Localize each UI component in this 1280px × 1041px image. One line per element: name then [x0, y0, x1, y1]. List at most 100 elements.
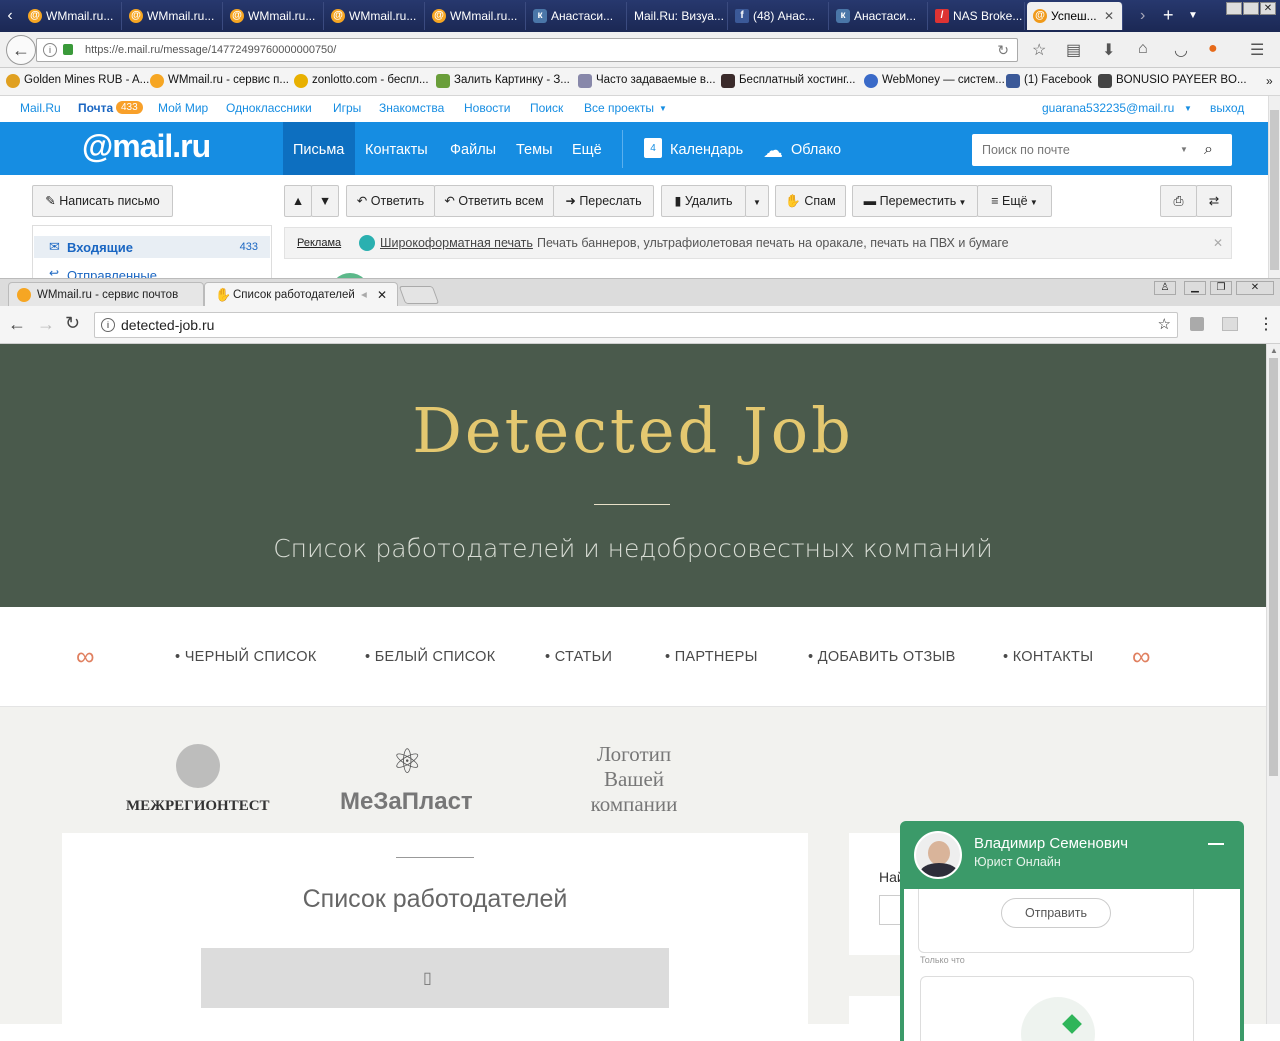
tab-list-button[interactable]: ▼	[1188, 4, 1202, 28]
bookmark-item[interactable]: Golden Mines RUB - A...	[6, 74, 149, 88]
pocket-icon[interactable]: ◡	[1174, 40, 1188, 60]
close-icon[interactable]: ✕	[1213, 236, 1223, 250]
chrome-tab[interactable]: WMmail.ru - сервис почтов	[8, 282, 204, 308]
firefox-tab[interactable]: / NAS Broke...	[929, 2, 1025, 30]
firefox-tab[interactable]: @ WMmail.ru...	[22, 2, 122, 30]
partner-logo-placeholder[interactable]: Логотип Вашей компании	[572, 742, 696, 817]
portal-link-mail[interactable]: Почта	[78, 101, 113, 115]
translate-button[interactable]: ⇄	[1196, 185, 1232, 217]
reply-button[interactable]: ↶ Ответить	[346, 185, 435, 217]
reading-list-icon[interactable]: ▤	[1066, 40, 1081, 60]
chat-send-button[interactable]: Отправить	[1001, 898, 1111, 928]
menu-icon[interactable]: ⋮	[1258, 314, 1274, 334]
tabs-scroll-right-button[interactable]: ›	[1140, 4, 1156, 28]
firefox-tab[interactable]: @ WMmail.ru...	[426, 2, 526, 30]
prev-message-button[interactable]: ▲	[284, 185, 312, 217]
search-icon[interactable]: ⌕	[1204, 134, 1213, 166]
calendar-link[interactable]: Календарь	[660, 122, 753, 175]
nav-item-more[interactable]: Ещё	[562, 122, 612, 175]
menu-icon[interactable]: ☰	[1250, 40, 1264, 60]
tabs-scroll-left-button[interactable]: ‹	[0, 4, 20, 28]
close-window-button[interactable]: ✕	[1236, 281, 1274, 295]
bookmark-item[interactable]: (1) Facebook	[1006, 74, 1092, 88]
bookmark-item[interactable]: zonlotto.com - беспл...	[294, 74, 429, 88]
forward-icon[interactable]: →	[37, 314, 55, 335]
minimize-button[interactable]	[1226, 2, 1242, 15]
maximize-button[interactable]	[1243, 2, 1259, 15]
bookmark-item[interactable]: WebMoney — систем...	[864, 74, 1005, 88]
menu-item-partners[interactable]: • ПАРТНЕРЫ	[665, 649, 758, 665]
portal-link[interactable]: Новости	[464, 101, 510, 115]
more-bookmarks-icon[interactable]: »	[1266, 74, 1273, 88]
firefox-tab-active[interactable]: @ Успеш... ✕	[1027, 2, 1123, 30]
forward-button[interactable]: ➜ Переслать	[553, 185, 654, 217]
chrome-tab-active[interactable]: ✋ Список работодателей ◂ ✕	[204, 282, 398, 308]
next-message-button[interactable]: ▼	[311, 185, 339, 217]
home-icon[interactable]: ⌂	[1138, 40, 1148, 58]
site-title[interactable]: Detected Job	[0, 394, 1266, 467]
chevron-down-icon[interactable]: ▼	[1180, 134, 1188, 166]
site-scrollbar[interactable]: ▲	[1266, 344, 1280, 1024]
close-window-button[interactable]: ✕	[1260, 2, 1276, 15]
download-icon[interactable]: ⬇	[1102, 40, 1115, 60]
spam-button[interactable]: ✋ Спам	[775, 185, 846, 217]
cloud-link[interactable]: Облако	[781, 122, 851, 175]
close-icon[interactable]: ✕	[1104, 2, 1114, 30]
bookmark-item[interactable]: Бесплатный хостинг...	[721, 74, 855, 88]
mail-search-input[interactable]: Поиск по почте ▼ ⌕	[972, 134, 1232, 166]
mailru-scrollbar[interactable]	[1268, 96, 1280, 282]
firefox-tab[interactable]: @ WMmail.ru...	[224, 2, 324, 30]
print-button[interactable]: ⎙	[1160, 185, 1197, 217]
profile-icon[interactable]: ♙	[1154, 281, 1176, 295]
scroll-up-icon[interactable]: ▲	[1270, 346, 1278, 355]
compose-button[interactable]: ✎ Написать письмо	[32, 185, 173, 217]
portal-link[interactable]: Мой Мир	[158, 101, 208, 115]
portal-link[interactable]: Игры	[333, 101, 361, 115]
menu-item-whitelist[interactable]: • БЕЛЫЙ СПИСОК	[365, 649, 496, 665]
extension-icon[interactable]	[1222, 317, 1238, 331]
bookmark-item[interactable]: BONUSIO PAYEER BO...	[1098, 74, 1247, 88]
firefox-tab[interactable]: @ WMmail.ru...	[123, 2, 223, 30]
extension-icon[interactable]: ●	[1208, 40, 1218, 58]
close-icon[interactable]: ✕	[377, 283, 387, 307]
chrome-address-bar[interactable]: i detected-job.ru ☆	[94, 312, 1178, 338]
reload-icon[interactable]: ↻	[997, 39, 1009, 61]
delete-button[interactable]: ▮ Удалить	[661, 185, 746, 217]
reply-all-button[interactable]: ↶ Ответить всем	[434, 185, 554, 217]
reload-icon[interactable]: ↻	[65, 313, 80, 334]
maximize-button[interactable]: ❐	[1210, 281, 1232, 295]
firefox-tab[interactable]: @ WMmail.ru...	[325, 2, 425, 30]
portal-link[interactable]: Поиск	[530, 101, 563, 115]
portal-link[interactable]: Mail.Ru	[20, 101, 61, 115]
more-actions-button[interactable]: ≡ Ещё ▼	[977, 185, 1052, 217]
extension-icon[interactable]	[1190, 317, 1204, 331]
scrollbar-thumb[interactable]	[1269, 358, 1278, 776]
menu-item-add-review[interactable]: • ДОБАВИТЬ ОТЗЫВ	[808, 649, 956, 665]
document-placeholder[interactable]: ▯	[201, 948, 669, 1008]
back-button[interactable]: ←	[6, 35, 36, 65]
bookmark-item[interactable]: Залить Картинку - З...	[436, 74, 570, 88]
scrollbar-thumb[interactable]	[1270, 110, 1279, 270]
bookmark-item[interactable]: Часто задаваемые в...	[578, 74, 716, 88]
star-icon[interactable]: ☆	[1158, 313, 1171, 337]
portal-link[interactable]: Одноклассники	[226, 101, 312, 115]
star-icon[interactable]: ☆	[1032, 40, 1046, 60]
chat-minimize-button[interactable]	[1208, 843, 1224, 845]
ad-link[interactable]: Широкоформатная печать	[380, 236, 533, 250]
info-icon[interactable]: i	[43, 43, 57, 57]
menu-item-contacts[interactable]: • КОНТАКТЫ	[1003, 649, 1093, 665]
all-projects-dropdown[interactable]: Все проекты	[584, 101, 654, 115]
nav-item-contacts[interactable]: Контакты	[355, 122, 438, 175]
nav-item-themes[interactable]: Темы	[506, 122, 563, 175]
address-bar[interactable]: i https://e.mail.ru/message/147724997600…	[36, 38, 1018, 62]
menu-item-blacklist[interactable]: • ЧЕРНЫЙ СПИСОК	[175, 649, 317, 665]
partner-logo-mezaplast[interactable]: ⚛ МеЗаПласт	[340, 742, 492, 822]
firefox-tab[interactable]: к Анастаси...	[527, 2, 627, 30]
delete-dropdown-button[interactable]: ▼	[745, 185, 769, 217]
minimize-button[interactable]: ▁	[1184, 281, 1206, 295]
new-tab-button[interactable]: +	[1163, 3, 1183, 27]
mute-icon[interactable]: ◂	[361, 283, 367, 307]
bookmark-item[interactable]: WMmail.ru - сервис п...	[150, 74, 289, 88]
info-icon[interactable]: i	[101, 318, 115, 332]
move-button[interactable]: ▬ Переместить ▼	[852, 185, 978, 217]
